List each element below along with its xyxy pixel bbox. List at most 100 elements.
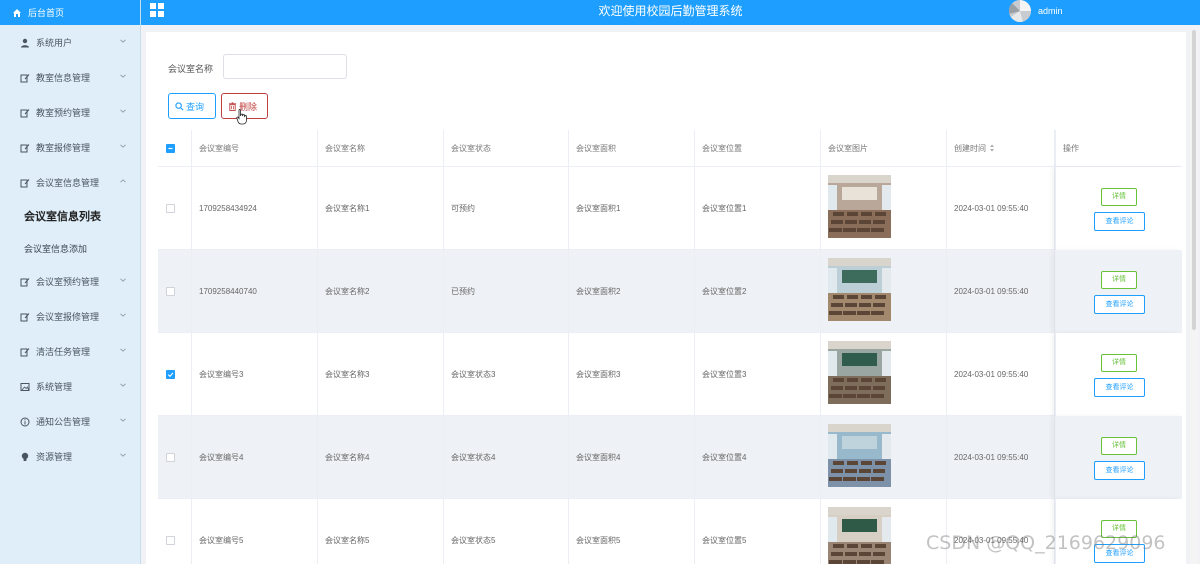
sidebar-brand-label: 后台首页: [28, 8, 65, 18]
sidebar-item-4[interactable]: 会议室信息管理: [0, 165, 140, 200]
room-thumbnail[interactable]: [828, 258, 891, 321]
detail-button[interactable]: 详情: [1101, 188, 1137, 206]
view-comments-button[interactable]: 查看评论: [1094, 378, 1145, 397]
query-button[interactable]: 查询: [168, 93, 216, 119]
room-thumbnail[interactable]: [828, 424, 891, 487]
room-thumbnail[interactable]: [828, 175, 891, 238]
sidebar-item-0[interactable]: 系统用户: [0, 25, 140, 60]
page-scrollbar[interactable]: [1190, 30, 1198, 564]
room-photo[interactable]: [828, 175, 891, 238]
sidebar-item-8[interactable]: 系统管理: [0, 369, 140, 404]
edit-icon: [20, 73, 30, 82]
chevron-down-icon: [120, 313, 126, 317]
column-header[interactable]: 创建时间: [947, 130, 1055, 167]
sidebar-item-10[interactable]: 资源管理: [0, 439, 140, 474]
column-header-label: 创建时间: [954, 144, 986, 153]
scrollbar-thumb[interactable]: [1192, 30, 1196, 330]
room-photo[interactable]: [828, 258, 891, 321]
view-comments-button[interactable]: 查看评论: [1094, 461, 1145, 480]
checkbox-cell: [158, 499, 192, 564]
username[interactable]: admin: [1038, 6, 1063, 16]
sidebar-item-9[interactable]: 通知公告管理: [0, 404, 140, 439]
cell-status: 会议室状态5: [444, 499, 569, 564]
table-row: 1709258434924 会议室名称1 可预约 会议室面积1 会议室位置1 2024-…: [158, 167, 1182, 250]
column-header: 操作: [1055, 130, 1182, 167]
checkbox-cell: [158, 167, 192, 250]
submenu-item-label: 会议室信息添加: [24, 243, 88, 254]
actions-cell: 详情 查看评论: [1055, 167, 1182, 250]
column-header-label: 会议室名称: [325, 144, 365, 153]
cell-name: 会议室名称4: [318, 416, 444, 499]
column-header-label: 会议室面积: [576, 144, 616, 153]
chevron-down-icon: [120, 418, 126, 422]
sidebar-item-3[interactable]: 教室报修管理: [0, 130, 140, 165]
column-header-label: 会议室位置: [702, 144, 742, 153]
room-thumbnail[interactable]: [828, 507, 891, 564]
submenu-item-0[interactable]: 会议室信息列表: [0, 200, 140, 232]
meeting-room-table: 会议室编号 会议室名称 会议室状态 会议室面积 会议室位置 会议室图片 创建时间 操作 170…: [158, 130, 1182, 564]
column-header-label: 会议室状态: [451, 144, 491, 153]
chevron-down-icon: [120, 348, 126, 352]
sidebar-item-label: 系统用户: [36, 38, 73, 48]
sidebar-item-label: 会议室预约管理: [36, 277, 100, 287]
cell-id: 1709258440740: [192, 250, 318, 333]
column-header: 会议室图片: [821, 130, 947, 167]
chevron-down-icon: [120, 453, 126, 457]
detail-button[interactable]: 详情: [1101, 437, 1137, 455]
room-thumbnail[interactable]: [828, 341, 891, 404]
cell-name: 会议室名称3: [318, 333, 444, 416]
cell-status: 可预约: [444, 167, 569, 250]
chevron-down-icon: [120, 39, 126, 43]
sidebar-item-6[interactable]: 会议室报修管理: [0, 299, 140, 334]
query-button-label: 查询: [186, 101, 205, 112]
column-header: 会议室名称: [318, 130, 444, 167]
sidebar-item-label: 教室报修管理: [36, 143, 91, 153]
sidebar-item-2[interactable]: 教室预约管理: [0, 95, 140, 130]
submenu-item-1[interactable]: 会议室信息添加: [0, 232, 140, 264]
image-icon: [20, 382, 30, 391]
cell-created: 2024-03-01 09:55:40: [947, 333, 1055, 416]
room-photo[interactable]: [828, 424, 891, 487]
edit-icon: [20, 108, 30, 117]
checkbox-cell: [158, 250, 192, 333]
sidebar-item-label: 资源管理: [36, 452, 73, 462]
sidebar-item-label: 会议室信息管理: [36, 178, 100, 188]
view-comments-button[interactable]: 查看评论: [1094, 212, 1145, 231]
detail-button[interactable]: 详情: [1101, 354, 1137, 372]
column-header: 会议室面积: [569, 130, 695, 167]
detail-button[interactable]: 详情: [1101, 271, 1137, 289]
room-photo[interactable]: [828, 507, 891, 564]
sidebar-home-link[interactable]: 后台首页: [0, 0, 140, 25]
column-header: 会议室状态: [444, 130, 569, 167]
sidebar-item-5[interactable]: 会议室预约管理: [0, 264, 140, 299]
checkbox-cell: [158, 333, 192, 416]
sidebar-item-label: 清洁任务管理: [36, 347, 91, 357]
chevron-down-icon: [120, 278, 126, 282]
sidebar-item-1[interactable]: 教室信息管理: [0, 60, 140, 95]
search-icon: [175, 101, 184, 110]
cell-name: 会议室名称1: [318, 167, 444, 250]
chevron-down-icon: [120, 144, 126, 148]
hand-cursor-icon: [236, 109, 247, 125]
room-photo[interactable]: [828, 341, 891, 404]
cell-location: 会议室位置1: [695, 167, 821, 250]
sidebar: 后台首页 系统用户 教室信息管理 教室预约管理 教室报修管理 会议室信息管理 会…: [0, 0, 141, 564]
table-row: 1709258440740 会议室名称2 已预约 会议室面积2 会议室位置2 2024-…: [158, 250, 1182, 333]
sidebar-item-7[interactable]: 清洁任务管理: [0, 334, 140, 369]
cell-area: 会议室面积1: [569, 167, 695, 250]
cell-area: 会议室面积5: [569, 499, 695, 564]
info-icon: [20, 417, 30, 426]
cell-status: 会议室状态3: [444, 333, 569, 416]
avatar-image: [1009, 0, 1031, 22]
avatar[interactable]: [1009, 0, 1031, 22]
search-input[interactable]: [223, 54, 347, 79]
edit-icon: [20, 312, 30, 321]
sidebar-menu: 系统用户 教室信息管理 教室预约管理 教室报修管理 会议室信息管理 会议室信息列…: [0, 25, 140, 474]
view-comments-button[interactable]: 查看评论: [1094, 295, 1145, 314]
cell-name: 会议室名称2: [318, 250, 444, 333]
sort-icon[interactable]: [989, 144, 995, 152]
chevron-down-icon: [120, 74, 126, 78]
chevron-down-icon: [120, 109, 126, 113]
sidebar-item-label: 教室预约管理: [36, 108, 91, 118]
sidebar-item-label: 系统管理: [36, 382, 73, 392]
